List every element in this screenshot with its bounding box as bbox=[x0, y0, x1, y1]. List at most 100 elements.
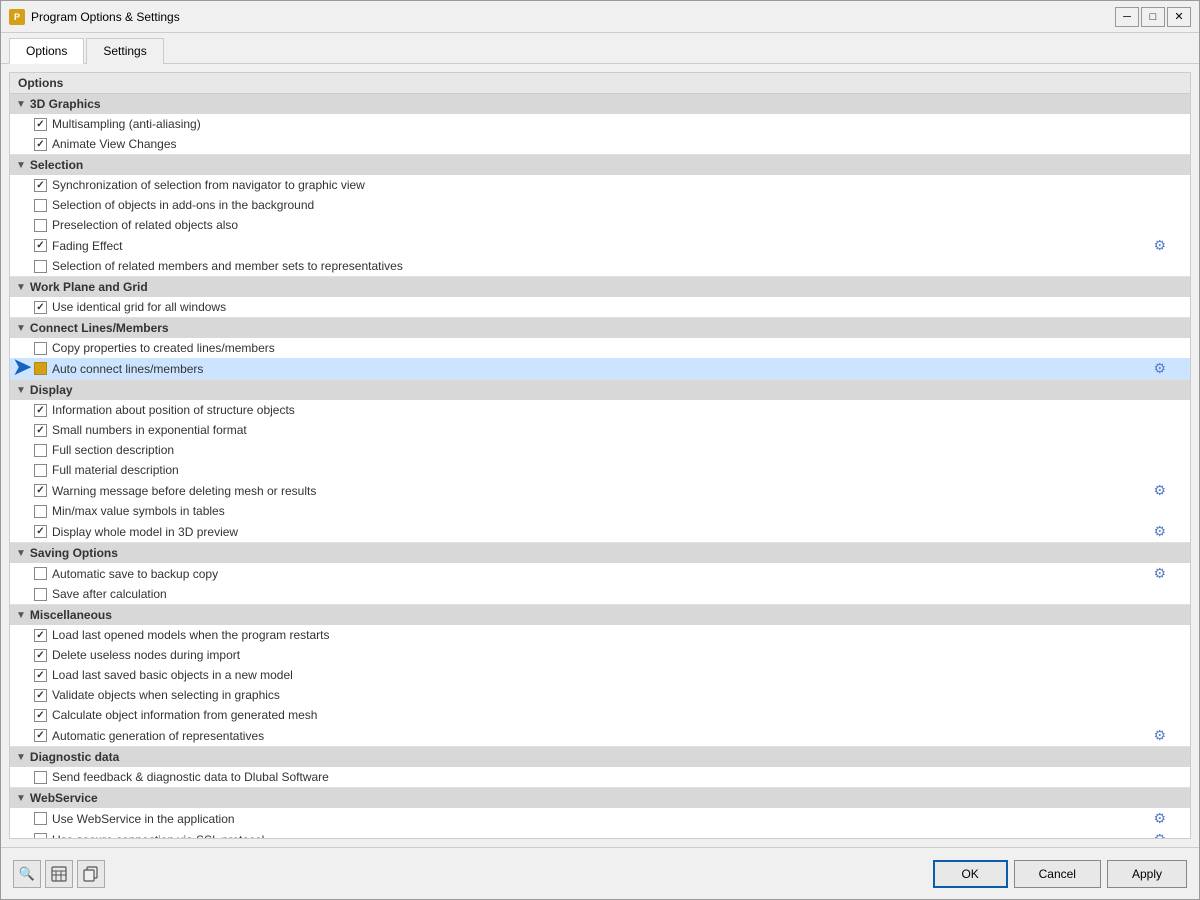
tab-settings[interactable]: Settings bbox=[86, 38, 163, 64]
option-text-minmax-symbols: Min/max value symbols in tables bbox=[52, 504, 225, 518]
cancel-button[interactable]: Cancel bbox=[1014, 860, 1101, 888]
checkbox-copy-properties[interactable] bbox=[34, 342, 47, 355]
section-header-3d-graphics[interactable]: ▼3D Graphics bbox=[10, 94, 1190, 114]
checkbox-calc-object-info[interactable] bbox=[34, 709, 47, 722]
option-label-auto-gen-representatives[interactable]: Automatic generation of representatives bbox=[34, 729, 1153, 743]
option-label-auto-save[interactable]: Automatic save to backup copy bbox=[34, 567, 1153, 581]
gear-icon[interactable]: ⚙ bbox=[1153, 482, 1166, 499]
checkbox-validate-objects[interactable] bbox=[34, 689, 47, 702]
section-header-diagnostic-data[interactable]: ▼Diagnostic data bbox=[10, 747, 1190, 767]
option-label-copy-properties[interactable]: Copy properties to created lines/members bbox=[34, 341, 1166, 355]
gear-icon[interactable]: ⚙ bbox=[1153, 831, 1166, 839]
checkbox-use-webservice[interactable] bbox=[34, 812, 47, 825]
section-header-selection[interactable]: ▼Selection bbox=[10, 155, 1190, 175]
ok-button[interactable]: OK bbox=[933, 860, 1008, 888]
checkbox-load-last-models[interactable] bbox=[34, 629, 47, 642]
checkbox-load-saved-basic[interactable] bbox=[34, 669, 47, 682]
checkbox-auto-gen-representatives[interactable] bbox=[34, 729, 47, 742]
tab-options[interactable]: Options bbox=[9, 38, 84, 64]
checkbox-identical-grid[interactable] bbox=[34, 301, 47, 314]
option-label-validate-objects[interactable]: Validate objects when selecting in graph… bbox=[34, 688, 1166, 702]
checkbox-display-3d[interactable] bbox=[34, 525, 47, 538]
option-label-save-after-calc[interactable]: Save after calculation bbox=[34, 587, 1166, 601]
option-label-full-material[interactable]: Full material description bbox=[34, 463, 1166, 477]
checkbox-animate-view[interactable] bbox=[34, 138, 47, 151]
close-button[interactable]: ✕ bbox=[1167, 7, 1191, 27]
option-label-delete-useless-nodes[interactable]: Delete useless nodes during import bbox=[34, 648, 1166, 662]
option-label-secure-connection[interactable]: Use secure connection via SSL protocol bbox=[34, 833, 1153, 840]
option-row-sync-selection: Synchronization of selection from naviga… bbox=[10, 175, 1190, 195]
gear-icon[interactable]: ⚙ bbox=[1153, 523, 1166, 540]
option-label-preselection[interactable]: Preselection of related objects also bbox=[34, 218, 1166, 232]
checkbox-preselection[interactable] bbox=[34, 219, 47, 232]
collapse-arrow: ▼ bbox=[16, 610, 26, 621]
section-diagnostic-data: ▼Diagnostic data Send feedback & diagnos… bbox=[10, 747, 1190, 788]
checkbox-selection-addons[interactable] bbox=[34, 199, 47, 212]
option-row-load-saved-basic: Load last saved basic objects in a new m… bbox=[10, 665, 1190, 685]
checkbox-auto-connect[interactable] bbox=[34, 362, 47, 375]
option-label-selection-members[interactable]: Selection of related members and member … bbox=[34, 259, 1166, 273]
gear-icon[interactable]: ⚙ bbox=[1153, 360, 1166, 377]
checkbox-send-feedback[interactable] bbox=[34, 771, 47, 784]
apply-button[interactable]: Apply bbox=[1107, 860, 1187, 888]
section-webservice: ▼WebService Use WebService in the applic… bbox=[10, 788, 1190, 839]
option-label-small-numbers[interactable]: Small numbers in exponential format bbox=[34, 423, 1166, 437]
section-header-display[interactable]: ▼Display bbox=[10, 380, 1190, 400]
gear-icon[interactable]: ⚙ bbox=[1153, 727, 1166, 744]
table-button[interactable] bbox=[45, 860, 73, 888]
checkbox-sync-selection[interactable] bbox=[34, 179, 47, 192]
option-text-load-last-models: Load last opened models when the program… bbox=[52, 628, 330, 642]
option-label-sync-selection[interactable]: Synchronization of selection from naviga… bbox=[34, 178, 1166, 192]
option-text-multisampling: Multisampling (anti-aliasing) bbox=[52, 117, 201, 131]
checkbox-auto-save[interactable] bbox=[34, 567, 47, 580]
checkbox-fading-effect[interactable] bbox=[34, 239, 47, 252]
option-label-send-feedback[interactable]: Send feedback & diagnostic data to Dluba… bbox=[34, 770, 1166, 784]
option-label-info-position[interactable]: Information about position of structure … bbox=[34, 403, 1166, 417]
checkbox-full-material[interactable] bbox=[34, 464, 47, 477]
checkbox-secure-connection[interactable] bbox=[34, 833, 47, 839]
checkbox-info-position[interactable] bbox=[34, 404, 47, 417]
option-label-use-webservice[interactable]: Use WebService in the application bbox=[34, 812, 1153, 826]
checkbox-selection-members[interactable] bbox=[34, 260, 47, 273]
option-label-display-3d[interactable]: Display whole model in 3D preview bbox=[34, 525, 1153, 539]
copy-button[interactable] bbox=[77, 860, 105, 888]
option-label-full-section[interactable]: Full section description bbox=[34, 443, 1166, 457]
minimize-button[interactable]: ─ bbox=[1115, 7, 1139, 27]
option-label-load-last-models[interactable]: Load last opened models when the program… bbox=[34, 628, 1166, 642]
checkbox-save-after-calc[interactable] bbox=[34, 588, 47, 601]
section-header-work-plane-grid[interactable]: ▼Work Plane and Grid bbox=[10, 277, 1190, 297]
option-text-send-feedback: Send feedback & diagnostic data to Dluba… bbox=[52, 770, 329, 784]
section-header-connect-lines[interactable]: ▼Connect Lines/Members bbox=[10, 318, 1190, 338]
checkbox-warning-message[interactable] bbox=[34, 484, 47, 497]
option-label-calc-object-info[interactable]: Calculate object information from genera… bbox=[34, 708, 1166, 722]
option-row-warning-message: Warning message before deleting mesh or … bbox=[10, 480, 1190, 501]
app-icon: P bbox=[9, 9, 25, 25]
section-header-webservice[interactable]: ▼WebService bbox=[10, 788, 1190, 808]
option-label-load-saved-basic[interactable]: Load last saved basic objects in a new m… bbox=[34, 668, 1166, 682]
gear-icon[interactable]: ⚙ bbox=[1153, 810, 1166, 827]
checkbox-full-section[interactable] bbox=[34, 444, 47, 457]
checkbox-multisampling[interactable] bbox=[34, 118, 47, 131]
option-label-auto-connect[interactable]: Auto connect lines/members bbox=[34, 362, 1153, 376]
checkbox-small-numbers[interactable] bbox=[34, 424, 47, 437]
option-label-minmax-symbols[interactable]: Min/max value symbols in tables bbox=[34, 504, 1166, 518]
option-label-multisampling[interactable]: Multisampling (anti-aliasing) bbox=[34, 117, 1166, 131]
option-label-warning-message[interactable]: Warning message before deleting mesh or … bbox=[34, 484, 1153, 498]
footer-icons: 🔍 bbox=[13, 860, 105, 888]
checkbox-minmax-symbols[interactable] bbox=[34, 505, 47, 518]
option-label-selection-addons[interactable]: Selection of objects in add-ons in the b… bbox=[34, 198, 1166, 212]
option-row-full-material: Full material description bbox=[10, 460, 1190, 480]
option-label-animate-view[interactable]: Animate View Changes bbox=[34, 137, 1166, 151]
option-label-fading-effect[interactable]: Fading Effect bbox=[34, 239, 1153, 253]
section-header-saving-options[interactable]: ▼Saving Options bbox=[10, 543, 1190, 563]
search-button[interactable]: 🔍 bbox=[13, 860, 41, 888]
option-row-minmax-symbols: Min/max value symbols in tables bbox=[10, 501, 1190, 521]
option-text-copy-properties: Copy properties to created lines/members bbox=[52, 341, 275, 355]
options-panel: Options ▼3D Graphics Multisampling (anti… bbox=[9, 72, 1191, 839]
section-header-miscellaneous[interactable]: ▼Miscellaneous bbox=[10, 605, 1190, 625]
maximize-button[interactable]: □ bbox=[1141, 7, 1165, 27]
checkbox-delete-useless-nodes[interactable] bbox=[34, 649, 47, 662]
gear-icon[interactable]: ⚙ bbox=[1153, 237, 1166, 254]
option-label-identical-grid[interactable]: Use identical grid for all windows bbox=[34, 300, 1166, 314]
gear-icon[interactable]: ⚙ bbox=[1153, 565, 1166, 582]
